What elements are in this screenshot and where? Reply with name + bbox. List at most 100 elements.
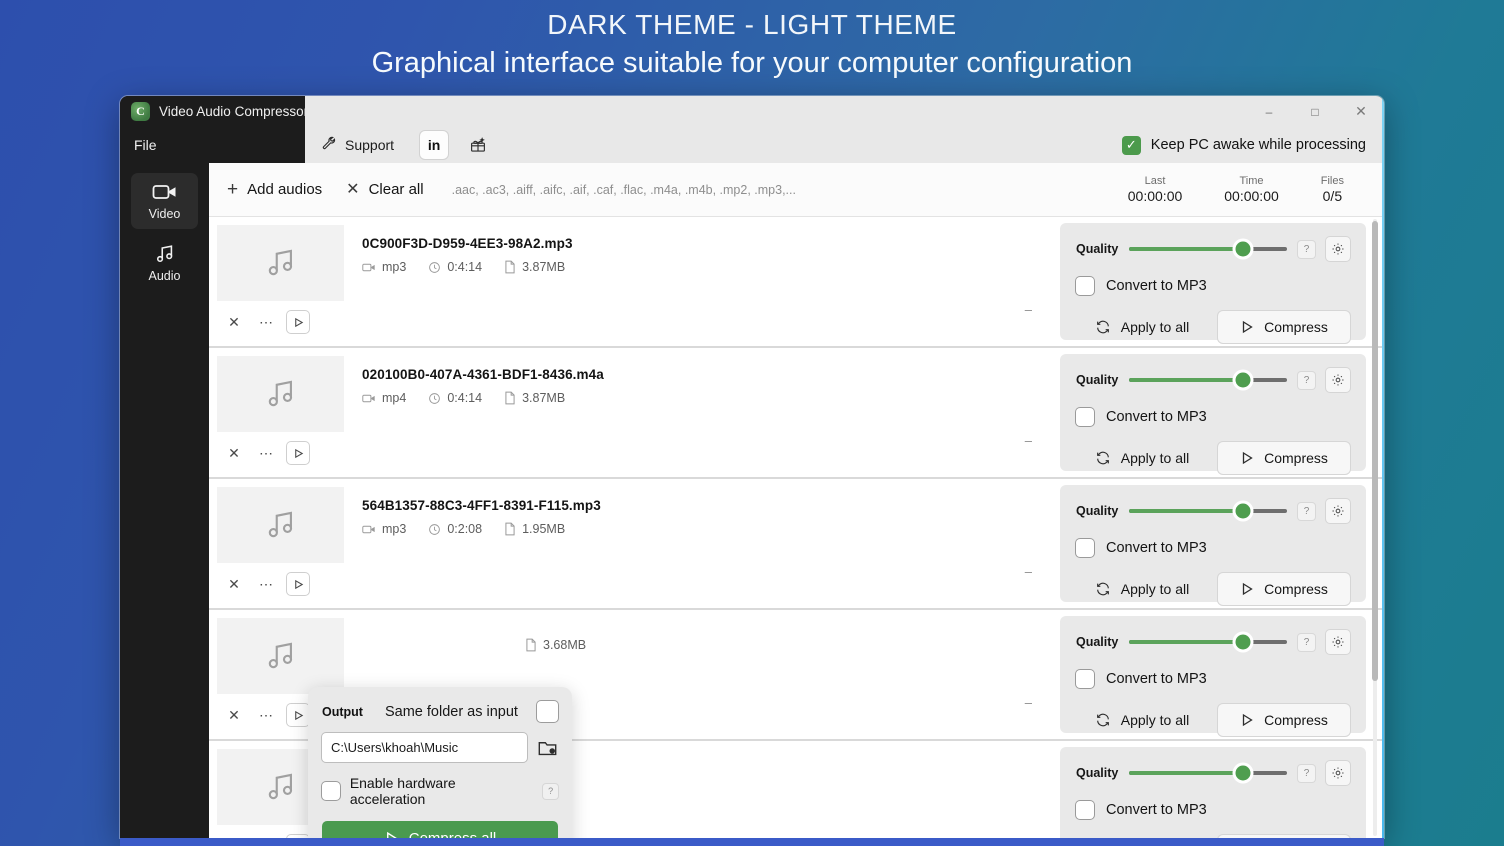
refresh-icon	[1096, 713, 1109, 727]
quality-slider[interactable]	[1129, 765, 1287, 781]
sidebar-item-video[interactable]: Video	[131, 173, 198, 229]
convert-to-mp3-row[interactable]: Convert to MP3	[1076, 277, 1350, 295]
output-path-input[interactable]: C:\Users\khoah\Music	[322, 733, 527, 762]
play-triangle-icon	[386, 831, 398, 838]
stat-files-label: Files	[1320, 175, 1344, 187]
app-logo-icon: C	[131, 102, 150, 121]
video-camera-icon	[152, 181, 178, 203]
scrollbar-thumb[interactable]	[1372, 221, 1378, 681]
add-audios-button[interactable]: + Add audios	[215, 173, 334, 206]
output-header-row: Output Same folder as input	[322, 701, 558, 722]
table-row[interactable]: 020100B0-407A-4361-BDF1-8436.m4a mp4 0:4…	[209, 348, 1384, 479]
sidebar-item-audio[interactable]: Audio	[131, 235, 198, 291]
play-icon[interactable]	[287, 442, 309, 464]
row-collapse-dash[interactable]: –	[1025, 302, 1032, 317]
table-row[interactable]: 0C900F3D-D959-4EE3-98A2.mp3 mp3 0:4:14 3…	[209, 217, 1384, 348]
panel-buttons: Apply to all Compress	[1076, 573, 1350, 605]
gear-icon[interactable]	[1326, 368, 1350, 392]
convert-to-mp3-row[interactable]: Convert to MP3	[1076, 408, 1350, 426]
linkedin-icon[interactable]: in	[420, 131, 449, 159]
stat-files: Files 0/5	[1321, 175, 1344, 204]
compress-button[interactable]: Compress	[1218, 573, 1350, 605]
apply-to-all-button[interactable]: Apply to all	[1076, 704, 1208, 736]
quality-slider-knob[interactable]	[1235, 634, 1251, 650]
window-bottom-strip	[120, 838, 1384, 846]
app-window: C Video Audio Compressor – □ ✕ File Supp…	[120, 96, 1384, 838]
compress-all-button[interactable]: Compress all	[322, 821, 558, 838]
clear-all-button[interactable]: ✕ Clear all	[334, 174, 435, 205]
menu-support[interactable]: Support	[315, 131, 400, 159]
apply-to-all-button[interactable]: Apply to all	[1076, 311, 1208, 343]
more-options-icon[interactable]: ⋯	[255, 311, 277, 333]
row-collapse-dash[interactable]: –	[1025, 433, 1032, 448]
convert-to-mp3-checkbox[interactable]	[1076, 408, 1094, 426]
hardware-acceleration-row[interactable]: Enable hardware acceleration ?	[322, 775, 558, 807]
convert-to-mp3-checkbox[interactable]	[1076, 801, 1094, 819]
more-options-icon[interactable]: ⋯	[255, 573, 277, 595]
gear-icon[interactable]	[1326, 761, 1350, 785]
minimize-button[interactable]: –	[1246, 96, 1292, 127]
play-icon[interactable]	[287, 311, 309, 333]
content-area: + Add audios ✕ Clear all .aac, .ac3, .ai…	[209, 163, 1384, 838]
hardware-acceleration-checkbox[interactable]	[322, 782, 340, 800]
gear-icon[interactable]	[1326, 630, 1350, 654]
compress-button[interactable]: Compress	[1218, 704, 1350, 736]
remove-file-icon[interactable]: ✕	[223, 311, 245, 333]
vertical-scrollbar[interactable]	[1370, 217, 1380, 838]
compress-button[interactable]: Compress	[1218, 311, 1350, 343]
quality-slider-knob[interactable]	[1235, 372, 1251, 388]
quality-help-icon[interactable]: ?	[1298, 371, 1315, 389]
gear-icon[interactable]	[1326, 237, 1350, 261]
apply-to-all-button[interactable]: Apply to all	[1076, 442, 1208, 474]
more-options-icon[interactable]: ⋯	[255, 704, 277, 726]
close-button[interactable]: ✕	[1338, 96, 1384, 127]
row-collapse-dash[interactable]: –	[1025, 695, 1032, 710]
convert-to-mp3-row[interactable]: Convert to MP3	[1076, 670, 1350, 688]
convert-to-mp3-checkbox[interactable]	[1076, 670, 1094, 688]
same-folder-checkbox[interactable]	[537, 701, 558, 722]
convert-to-mp3-checkbox[interactable]	[1076, 277, 1094, 295]
quality-slider[interactable]	[1129, 503, 1287, 519]
keep-awake-checkbox[interactable]: ✓	[1121, 135, 1141, 155]
compress-button[interactable]: Compress	[1218, 442, 1350, 474]
apply-to-all-button[interactable]: Apply to all	[1076, 573, 1208, 605]
table-row[interactable]: 564B1357-88C3-4FF1-8391-F115.mp3 mp3 0:2…	[209, 479, 1384, 610]
quality-slider-fill	[1129, 247, 1243, 251]
keep-awake-control[interactable]: ✓ Keep PC awake while processing	[1121, 135, 1384, 155]
play-triangle-icon	[1242, 451, 1253, 465]
maximize-button[interactable]: □	[1292, 96, 1338, 127]
quality-slider[interactable]	[1129, 634, 1287, 650]
more-options-icon[interactable]: ⋯	[255, 442, 277, 464]
convert-to-mp3-row[interactable]: Convert to MP3	[1076, 539, 1350, 557]
remove-file-icon[interactable]: ✕	[223, 442, 245, 464]
close-x-icon: ✕	[346, 180, 360, 198]
quality-slider-knob[interactable]	[1235, 241, 1251, 257]
quality-help-icon[interactable]: ?	[1298, 633, 1315, 651]
folder-browse-icon[interactable]	[536, 737, 558, 759]
play-triangle-icon	[1242, 582, 1253, 596]
quality-row: Quality ?	[1076, 237, 1350, 261]
quality-slider[interactable]	[1129, 241, 1287, 257]
quality-help-icon[interactable]: ?	[1298, 240, 1315, 258]
convert-to-mp3-checkbox[interactable]	[1076, 539, 1094, 557]
menu-file[interactable]: File	[134, 137, 157, 153]
quality-help-icon[interactable]: ?	[1298, 764, 1315, 782]
file-info-1: 0C900F3D-D959-4EE3-98A2.mp3 mp3 0:4:14 3…	[209, 217, 1060, 346]
quality-slider-knob[interactable]	[1235, 503, 1251, 519]
remove-file-icon[interactable]: ✕	[223, 704, 245, 726]
row-collapse-dash[interactable]: –	[1025, 564, 1032, 579]
stat-files-value: 0/5	[1322, 188, 1343, 204]
quality-slider[interactable]	[1129, 372, 1287, 388]
gear-icon[interactable]	[1326, 499, 1350, 523]
gift-icon[interactable]	[464, 131, 492, 159]
quality-help-icon[interactable]: ?	[1298, 502, 1315, 520]
play-icon[interactable]	[287, 573, 309, 595]
file-format-tag: mp3	[362, 522, 406, 536]
quality-slider-knob[interactable]	[1235, 765, 1251, 781]
hardware-acceleration-help-icon[interactable]: ?	[543, 783, 558, 799]
stat-last-label: Last	[1144, 175, 1166, 187]
remove-file-icon[interactable]: ✕	[223, 573, 245, 595]
play-icon[interactable]	[287, 704, 309, 726]
file-duration-tag: 0:4:14	[428, 260, 482, 274]
convert-to-mp3-row[interactable]: Convert to MP3	[1076, 801, 1350, 819]
